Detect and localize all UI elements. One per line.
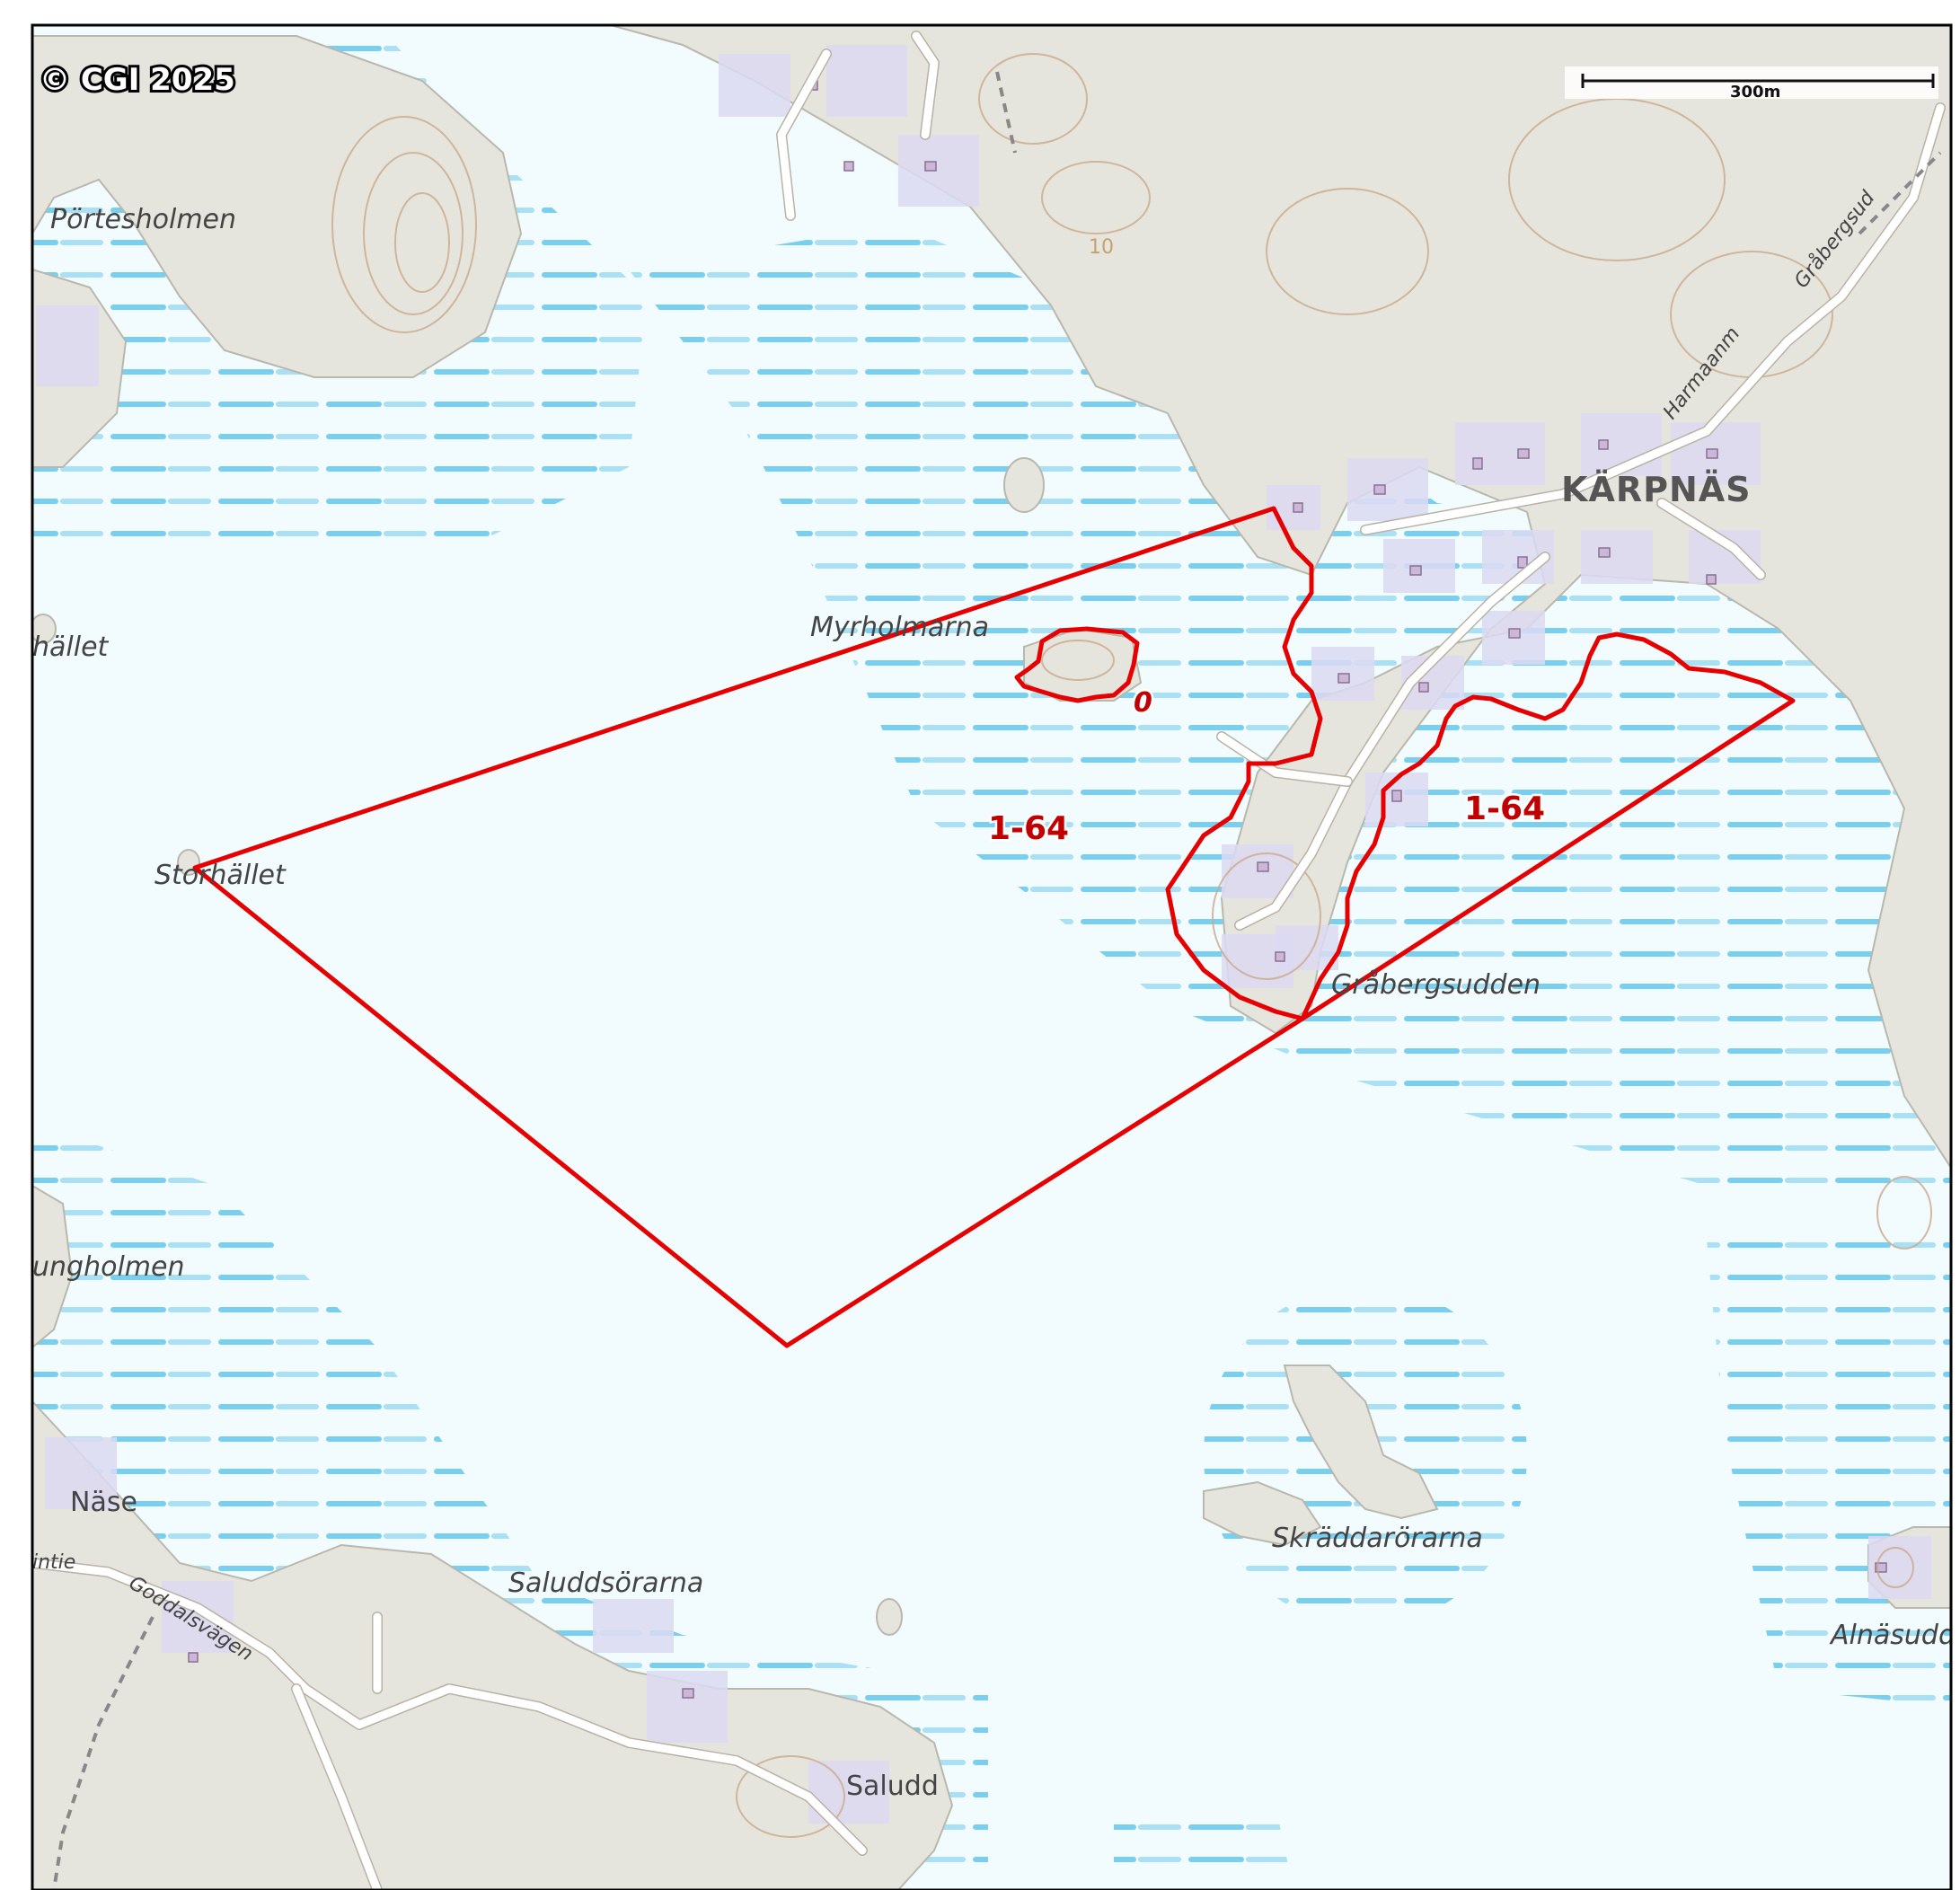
place-label-saludd: Saludd [846, 1771, 939, 1802]
place-label-hallet: hället [32, 631, 110, 663]
road-label-intie: intie [32, 1551, 75, 1574]
place-label-storhallet: Storhället [155, 860, 287, 891]
parcel-label-west: 1-64 [988, 810, 1069, 847]
scale-bar: 300m [1565, 66, 1938, 102]
parcel-label-islet: 0 [1134, 687, 1152, 719]
place-label-saluddsorarna: Saluddsörarna [508, 1568, 703, 1599]
place-label-karpnas: KÄRPNÄS [1561, 470, 1752, 509]
copyright-label: © CGI 2025 [40, 62, 235, 98]
place-label-myrholmarna: Myrholmarna [810, 612, 989, 643]
place-label-skraddarorarna: Skräddarörarna [1272, 1523, 1483, 1554]
parcel-label-east: 1-64 [1464, 790, 1545, 827]
place-label-nase: Näse [70, 1487, 137, 1518]
place-label-grabergsudden: Gråbergsudden [1331, 969, 1541, 1001]
place-label-portesholmen: Pörtesholmen [50, 204, 236, 235]
place-label-ungholmen: ungholmen [32, 1251, 184, 1283]
place-label-alnasudd: Alnäsudd [1829, 1620, 1956, 1651]
map-view[interactable]: Pörtesholmen hället Myrholmarna Storhäll… [0, 0, 1960, 1890]
contour-elevation-label: 10 [1089, 236, 1114, 259]
scale-bar-label: 300m [1730, 83, 1780, 102]
